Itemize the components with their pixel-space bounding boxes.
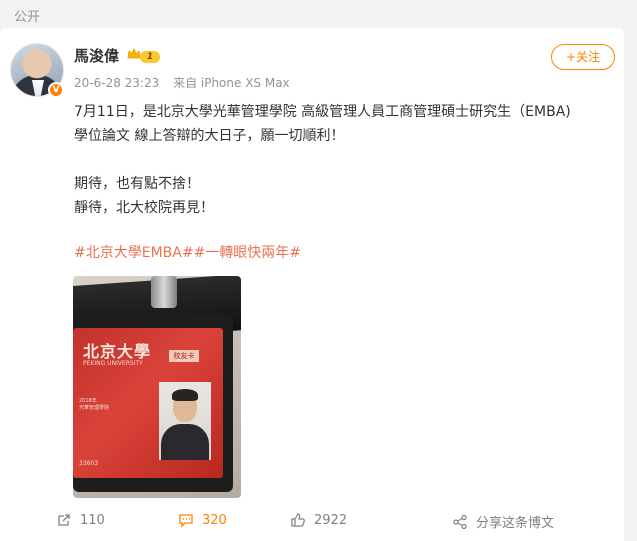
repost-button[interactable]: 110 [56, 512, 105, 528]
like-count: 2922 [314, 512, 348, 528]
post-text-line: 靜待，北大校院再見！ [74, 200, 214, 216]
card-portrait [159, 382, 211, 460]
post-text-line: 7月11日，是北京大學光華管理學院 高級管理人員工商管理碩士研究生（EMBA) [74, 104, 571, 120]
thumbs-up-icon [291, 513, 305, 527]
post-text-line: 學位論文 線上答辯的大日子，願一切順利！ [74, 128, 345, 144]
post-meta: 20-6-28 23:23 来自 iPhone XS Max [74, 74, 290, 91]
post-image[interactable]: 北京大學 PEKING UNIVERSITY 校友卡 2018年 光華管理學院 … [73, 276, 241, 498]
action-bar: 110 320 2922 分享这条博文 [0, 506, 624, 536]
comment-button[interactable]: 320 [178, 512, 227, 528]
post-source: 来自 iPhone XS Max [173, 76, 290, 90]
follow-button[interactable]: +关注 [551, 44, 615, 70]
hashtag-links[interactable]: #北京大學EMBA##一轉眼快兩年# [74, 242, 301, 262]
post-text-line: 期待，也有點不捨！ [74, 176, 200, 192]
avatar-shirt [32, 80, 44, 96]
user-level-badge: 1 [140, 51, 160, 63]
verified-v-icon: V [48, 82, 64, 98]
post-card: V 馬浚偉 1 20-6-28 23:23 来自 iPhone XS Max +… [0, 28, 624, 541]
visibility-label: 公开 [14, 10, 41, 25]
portrait-hair [172, 389, 198, 401]
follow-button-label: +关注 [565, 50, 601, 64]
lanyard-clip [151, 276, 177, 308]
card-number: 33603 [79, 460, 99, 467]
comment-icon [179, 514, 193, 528]
post-text-gap [74, 148, 619, 172]
crown-icon [127, 48, 141, 59]
card-info: 2018年 光華管理學院 [79, 398, 110, 411]
share-label: 分享这条博文 [476, 516, 555, 531]
comment-count: 320 [202, 512, 227, 528]
repost-count: 110 [80, 512, 105, 528]
card-title: 北京大學 [83, 342, 152, 361]
like-button[interactable]: 2922 [290, 512, 347, 528]
repost-icon [58, 514, 70, 526]
post-timestamp[interactable]: 20-6-28 23:23 [74, 76, 159, 90]
share-button[interactable]: 分享这条博文 [452, 512, 554, 531]
top-bar: 公开 [0, 0, 637, 30]
post-text: 7月11日，是北京大學光華管理學院 高級管理人員工商管理碩士研究生（EMBA) … [74, 100, 619, 220]
share-icon [453, 514, 467, 529]
student-id-card: 北京大學 PEKING UNIVERSITY 校友卡 2018年 光華管理學院 … [73, 328, 223, 478]
portrait-body [161, 424, 209, 460]
card-tag: 校友卡 [169, 350, 199, 362]
card-subtitle: PEKING UNIVERSITY [83, 360, 143, 367]
author-name[interactable]: 馬浚偉 [74, 45, 119, 66]
